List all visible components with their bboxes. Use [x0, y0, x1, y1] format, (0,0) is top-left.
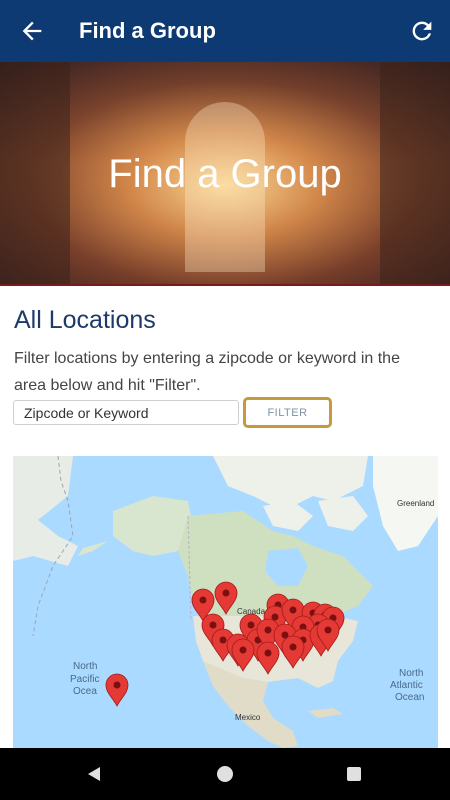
section-title: All Locations [14, 306, 156, 334]
circle-home-icon[interactable] [215, 764, 235, 784]
hero-title: Find a Group [108, 152, 342, 196]
filter-button[interactable]: FILTER [243, 397, 332, 428]
map-label-greenland: Greenland [397, 499, 434, 508]
map-label-north-atlantic: North [399, 668, 423, 679]
arrow-left-icon[interactable] [18, 17, 46, 45]
map-label-north-pacific: Ocea [73, 686, 97, 697]
map-label-north-atlantic: Atlantic [390, 680, 423, 691]
system-nav-bar [0, 748, 450, 800]
triangle-back-icon[interactable] [84, 764, 104, 784]
filter-description: Filter locations by entering a zipcode o… [14, 350, 400, 394]
map-label-north-pacific: North [73, 661, 97, 672]
hero-banner: Find a Group [0, 62, 450, 286]
hero-divider [0, 284, 450, 286]
app-bar-title: Find a Group [79, 18, 216, 43]
map-label-north-atlantic: Ocean [395, 692, 424, 703]
map-canvas: Greenland Canada North Pacific Ocea Nort… [13, 456, 438, 748]
map-label-north-pacific: Pacific [70, 674, 99, 685]
refresh-icon[interactable] [408, 17, 436, 45]
app-bar: Find a Group [0, 0, 450, 62]
square-recents-icon[interactable] [344, 764, 364, 784]
map-label-mexico: Mexico [235, 713, 261, 722]
locations-map[interactable]: Greenland Canada North Pacific Ocea Nort… [13, 456, 438, 748]
search-input[interactable] [13, 400, 239, 425]
